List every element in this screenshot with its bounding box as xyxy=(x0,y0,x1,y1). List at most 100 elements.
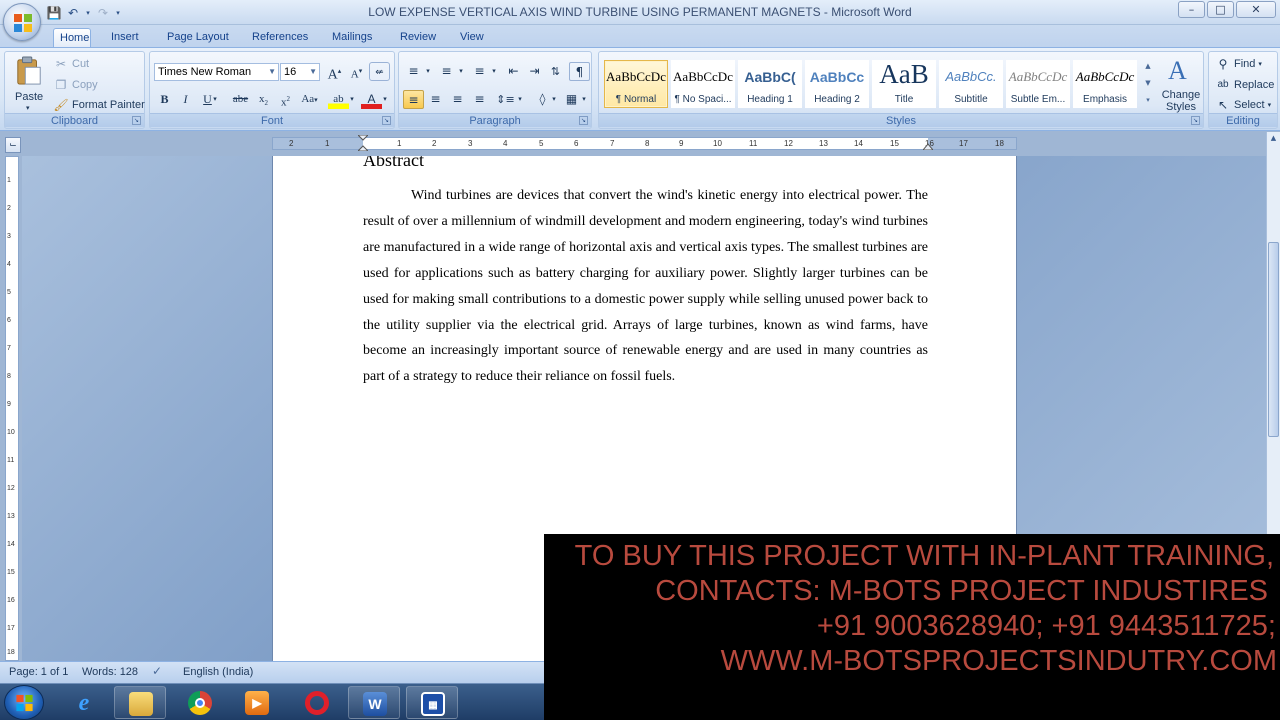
multilevel-list-button[interactable]: ≡ xyxy=(469,62,490,81)
clipboard-launcher-icon[interactable]: ↘ xyxy=(132,116,141,125)
first-line-indent-marker-icon[interactable] xyxy=(358,135,368,151)
vertical-ruler[interactable]: 1 2 3 4 5 6 7 8 9 10 11 12 13 14 15 16 1… xyxy=(5,156,19,661)
select-button[interactable]: ↖ Select ▾ xyxy=(1215,97,1271,113)
taskbar-opera[interactable] xyxy=(291,686,343,719)
vruler-number: 2 xyxy=(7,205,11,212)
font-launcher-icon[interactable]: ↘ xyxy=(382,116,391,125)
close-button[interactable]: ✕ xyxy=(1236,1,1276,18)
scissors-icon: ✂ xyxy=(55,57,67,71)
font-size-combo[interactable]: 16 ▼ xyxy=(280,63,320,81)
align-center-button[interactable]: ≡ xyxy=(425,90,446,109)
font-size-value: 16 xyxy=(284,66,297,78)
subscript-button[interactable]: x2 xyxy=(253,90,274,109)
multilevel-dropdown-icon[interactable]: ▾ xyxy=(489,62,499,81)
line-spacing-button[interactable]: ⇕≡ xyxy=(495,90,516,109)
cut-button[interactable]: ✂ Cut xyxy=(53,56,89,72)
bullets-button[interactable]: ≡ xyxy=(403,62,424,81)
align-left-button[interactable]: ≡ xyxy=(403,90,424,109)
start-button[interactable] xyxy=(4,685,44,720)
numbering-dropdown-icon[interactable]: ▾ xyxy=(456,62,466,81)
style-no-spacing[interactable]: AaBbCcDc ¶ No Spaci... xyxy=(671,60,735,108)
office-button[interactable] xyxy=(3,3,41,41)
paragraph-launcher-icon[interactable]: ↘ xyxy=(579,116,588,125)
highlight-button[interactable]: ab xyxy=(328,90,349,109)
sort-button[interactable]: ⇅ xyxy=(545,62,566,81)
font-family-combo[interactable]: Times New Roman ▼ xyxy=(154,63,279,81)
italic-button[interactable]: I xyxy=(175,90,196,109)
tab-home[interactable]: Home xyxy=(53,28,91,47)
bold-button[interactable]: B xyxy=(154,90,175,109)
proofing-icon[interactable]: ✓ xyxy=(152,664,162,678)
replace-button[interactable]: ab Replace xyxy=(1215,77,1274,93)
ruler-number: 2 xyxy=(289,139,294,148)
styles-gallery-scroll[interactable]: ▲ ▼ ▾ xyxy=(1142,58,1154,110)
format-painter-button[interactable]: 🖌 Format Painter xyxy=(53,97,144,113)
taskbar-word[interactable]: W xyxy=(348,686,400,719)
maximize-button[interactable]: □ xyxy=(1207,1,1234,18)
style-heading-1[interactable]: AaBbC( Heading 1 xyxy=(738,60,802,108)
tab-insert[interactable]: Insert xyxy=(105,28,145,47)
style-name: ¶ No Spaci... xyxy=(674,94,732,105)
taskbar-internet-explorer[interactable]: e xyxy=(58,686,110,719)
find-button[interactable]: ⚲ Find ▾ xyxy=(1215,56,1262,72)
vruler-number: 15 xyxy=(7,569,15,576)
style-heading-2[interactable]: AaBbCc Heading 2 xyxy=(805,60,869,108)
superscript-button[interactable]: x2 xyxy=(275,90,296,109)
strikethrough-button[interactable]: abe xyxy=(230,90,251,109)
decrease-indent-button[interactable]: ⇤ xyxy=(503,62,524,81)
ruler-number: 17 xyxy=(959,139,968,148)
paste-label: Paste xyxy=(15,91,44,103)
tab-references[interactable]: References xyxy=(246,28,314,47)
justify-button[interactable]: ≡ xyxy=(469,90,490,109)
style-subtitle[interactable]: AaBbCc. Subtitle xyxy=(939,60,1003,108)
right-indent-marker-icon[interactable] xyxy=(923,140,933,150)
underline-dropdown-icon[interactable]: ▾ xyxy=(210,90,220,109)
taskbar-app[interactable]: ▦ xyxy=(406,686,458,719)
style-subtle-emphasis[interactable]: AaBbCcDc Subtle Em... xyxy=(1006,60,1070,108)
align-right-button[interactable]: ≡ xyxy=(447,90,468,109)
minimize-button[interactable]: – xyxy=(1178,1,1205,18)
taskbar-chrome[interactable] xyxy=(174,686,226,719)
font-color-dropdown-icon[interactable]: ▾ xyxy=(380,90,390,109)
bullets-dropdown-icon[interactable]: ▾ xyxy=(423,62,433,81)
style-normal[interactable]: AaBbCcDc ¶ Normal xyxy=(604,60,668,108)
chrome-icon xyxy=(188,691,212,715)
show-hide-button[interactable]: ¶ xyxy=(569,62,590,81)
change-case-button[interactable]: Aa▾ xyxy=(299,90,320,109)
grow-font-button[interactable]: A▴ xyxy=(324,62,345,83)
line-spacing-dropdown-icon[interactable]: ▾ xyxy=(515,90,525,109)
paragraph-group: ≡ ▾ ≡ ▾ ≡ ▾ ⇤ ⇥ ⇅ ¶ ≡ ≡ ≡ ≡ ⇕≡ ▾ ◊ ▾ ▦ ▾… xyxy=(398,51,592,129)
ruler-tab-selector[interactable]: ⌙ xyxy=(5,137,21,153)
borders-dropdown-icon[interactable]: ▾ xyxy=(579,90,589,109)
font-color-button[interactable]: A xyxy=(361,90,382,109)
copy-button[interactable]: ❐ Copy xyxy=(53,77,98,93)
horizontal-ruler[interactable]: 2 1 1 2 3 4 5 6 7 8 9 10 11 12 13 14 15 … xyxy=(272,135,1017,151)
style-title[interactable]: AaB Title xyxy=(872,59,936,108)
tab-view[interactable]: View xyxy=(454,28,490,47)
shading-dropdown-icon[interactable]: ▾ xyxy=(549,90,559,109)
scroll-up-icon[interactable]: ▲ xyxy=(1268,134,1279,146)
window-controls: – □ ✕ xyxy=(1178,1,1276,20)
ruler-number: 1 xyxy=(325,139,330,148)
word-count[interactable]: Words: 128 xyxy=(82,666,138,678)
taskbar-explorer[interactable] xyxy=(114,686,166,719)
replace-icon: ab xyxy=(1217,79,1229,90)
style-emphasis[interactable]: AaBbCcDc Emphasis xyxy=(1073,60,1137,108)
highlight-dropdown-icon[interactable]: ▾ xyxy=(347,90,357,109)
style-preview: AaBbCc. xyxy=(945,69,997,84)
taskbar-media-player[interactable]: ▶ xyxy=(231,686,283,719)
paste-button[interactable]: Paste ▾ xyxy=(9,54,49,114)
tab-mailings[interactable]: Mailings xyxy=(326,28,378,47)
tab-review[interactable]: Review xyxy=(394,28,442,47)
window-title: LOW EXPENSE VERTICAL AXIS WIND TURBINE U… xyxy=(368,5,912,19)
clear-formatting-button[interactable]: ⇍ xyxy=(369,62,390,81)
tab-page-layout[interactable]: Page Layout xyxy=(161,28,235,47)
numbering-button[interactable]: ≡ xyxy=(436,62,457,81)
shrink-font-button[interactable]: A▾ xyxy=(346,62,367,81)
change-styles-button[interactable]: A Change Styles xyxy=(1159,56,1201,114)
page-count[interactable]: Page: 1 of 1 xyxy=(9,666,68,678)
scrollbar-thumb[interactable] xyxy=(1268,242,1279,437)
styles-launcher-icon[interactable]: ↘ xyxy=(1191,116,1200,125)
increase-indent-button[interactable]: ⇥ xyxy=(524,62,545,81)
language-indicator[interactable]: English (India) xyxy=(183,666,253,678)
